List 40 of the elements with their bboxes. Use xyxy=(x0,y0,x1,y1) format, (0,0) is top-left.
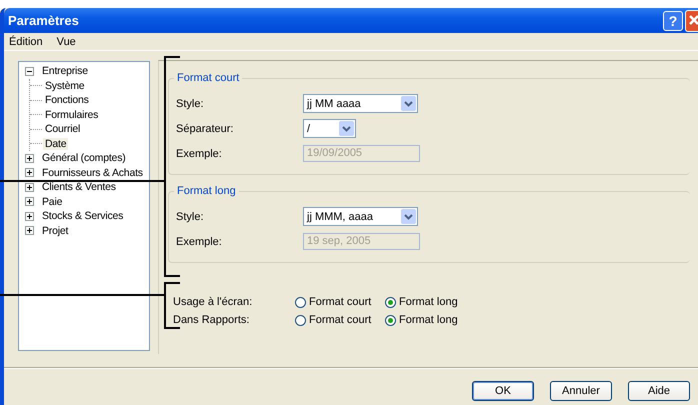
dialog-button[interactable]: OK xyxy=(472,381,534,401)
dropdown-value: jj MMM, aaaa xyxy=(307,210,374,222)
help-button[interactable]: ? xyxy=(663,10,683,30)
option-label: Dans Rapports: xyxy=(173,314,250,326)
radio-button[interactable]: Format court xyxy=(295,314,385,326)
tree-item[interactable]: Projet xyxy=(40,224,70,237)
tree-item[interactable]: Fonctions xyxy=(43,94,91,106)
group-title: Format court xyxy=(174,72,242,84)
window-title: Paramètres xyxy=(7,13,79,28)
readonly-field: 19/09/2005 xyxy=(303,145,420,162)
field-label: Style: xyxy=(176,210,205,222)
menu-item[interactable]: Édition xyxy=(8,36,44,48)
field-label: Séparateur: xyxy=(176,122,234,134)
dropdown[interactable]: jj MM aaaa xyxy=(303,94,418,113)
tree-item[interactable]: Général (comptes) xyxy=(40,152,128,164)
field-label: Style: xyxy=(176,98,205,110)
dropdown-value: / xyxy=(307,122,310,134)
tree-item[interactable]: Entreprise xyxy=(40,65,90,78)
group-title: Format long xyxy=(174,185,239,197)
radio-button[interactable]: Format court xyxy=(295,296,385,308)
radio-button[interactable]: Format long xyxy=(385,296,475,308)
option-label: Usage à l'écran: xyxy=(173,296,254,308)
dropdown[interactable]: jj MMM, aaaa xyxy=(303,207,418,226)
readonly-field: 19 sep, 2005 xyxy=(303,233,420,250)
tree-item[interactable]: Paie xyxy=(40,196,64,208)
field-label: Exemple: xyxy=(176,236,223,248)
tree-item[interactable]: Stocks & Services xyxy=(40,210,126,222)
tree-item[interactable]: Courriel xyxy=(43,123,82,136)
tree-item[interactable]: Formulaires xyxy=(43,108,100,121)
dialog-button[interactable]: Aide xyxy=(628,381,690,401)
dialog-button[interactable]: Annuler xyxy=(550,381,612,401)
field-label: Exemple: xyxy=(176,148,223,160)
dropdown-value: jj MM aaaa xyxy=(307,98,361,110)
tree-item[interactable]: Système xyxy=(43,80,86,92)
tree-item[interactable]: Date xyxy=(43,138,68,150)
dropdown[interactable]: / xyxy=(303,119,356,138)
tree-item[interactable]: Clients & Ventes xyxy=(40,181,118,194)
tree-item[interactable]: Fournisseurs & Achats xyxy=(40,166,145,179)
radio-button[interactable]: Format long xyxy=(385,314,475,326)
menu-item[interactable]: Vue xyxy=(56,36,77,48)
